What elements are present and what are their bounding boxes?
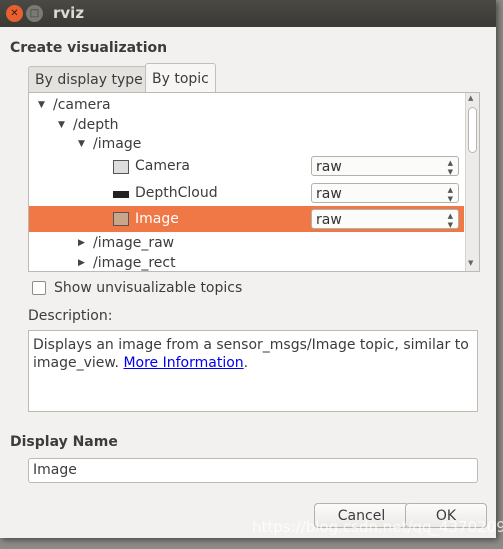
scroll-down-icon[interactable]: ▼ (468, 259, 473, 267)
expand-arrow-icon[interactable]: ▼ (78, 133, 85, 155)
depthcloud-icon (113, 191, 129, 198)
tree-item-image-rect[interactable]: ▶ /image_rect (29, 252, 464, 271)
watermark: https://blog.csdn.net/qq_43702097 (252, 518, 503, 536)
spinner-arrows-icon: ▲ ▼ (447, 159, 453, 176)
tree-item-label: Camera (135, 158, 190, 174)
tree-item-camera-display[interactable]: Camera raw ▲ ▼ (29, 155, 464, 177)
tree-item-label: /image_rect (93, 255, 176, 271)
transport-select-depthcloud[interactable]: raw ▲ ▼ (311, 183, 459, 203)
select-value: raw (316, 159, 342, 175)
expand-arrow-icon[interactable]: ▼ (38, 94, 45, 116)
display-name-label: Display Name (10, 434, 118, 450)
tree-item-image-display[interactable]: Image raw ▲ ▼ (29, 206, 464, 232)
tree-item-label: DepthCloud (135, 185, 218, 201)
image-icon (113, 212, 129, 226)
show-unvisualizable-checkbox[interactable] (32, 281, 46, 295)
maximize-button[interactable]: □ (26, 5, 43, 22)
tree-item-depthcloud-display[interactable]: DepthCloud raw ▲ ▼ (29, 182, 464, 204)
more-information-link[interactable]: More Information (123, 355, 243, 371)
show-unvisualizable-label[interactable]: Show unvisualizable topics (54, 280, 242, 296)
spinner-arrows-icon: ▲ ▼ (447, 186, 453, 203)
transport-select-image[interactable]: raw ▲ ▼ (311, 209, 459, 229)
collapsed-arrow-icon[interactable]: ▶ (78, 232, 85, 254)
tree-item-label: /image_raw (93, 235, 175, 251)
tree-item-label: /image (93, 136, 142, 152)
window-title: rviz (53, 4, 85, 22)
tab-by-topic[interactable]: By topic (145, 63, 216, 93)
description-suffix: . (243, 355, 249, 371)
transport-select-camera[interactable]: raw ▲ ▼ (311, 156, 459, 176)
description-label: Description: (28, 308, 113, 324)
dialog-window: ✕ □ rviz Create visualization By display… (0, 0, 496, 538)
close-button[interactable]: ✕ (6, 5, 23, 22)
tree-item-image-topic[interactable]: ▼ /image (29, 133, 464, 155)
topic-tree: ▼/camera ▼/depth ▼/image Camera raw ▲ ▼ Dep… (28, 92, 480, 272)
select-value: raw (316, 212, 342, 228)
tab-by-display-type[interactable]: By display type (28, 66, 150, 93)
title-bar[interactable]: ✕ □ rviz (0, 0, 496, 27)
tree-item-label: /camera (53, 97, 111, 113)
tree-item-label: Image (135, 211, 179, 227)
select-value: raw (316, 186, 342, 202)
scrollbar-thumb[interactable] (468, 107, 477, 153)
spinner-arrows-icon: ▲ ▼ (447, 212, 453, 229)
display-name-input[interactable]: Image (28, 458, 478, 483)
tree-item-camera[interactable]: ▼ /camera (29, 94, 464, 116)
tree-item-image-raw[interactable]: ▶ /image_raw (29, 232, 464, 254)
collapsed-arrow-icon[interactable]: ▶ (78, 252, 85, 271)
dialog-heading: Create visualization (10, 40, 168, 56)
tree-scrollbar[interactable]: ▲ ▼ (465, 93, 479, 271)
scroll-up-icon[interactable]: ▲ (468, 94, 473, 102)
camera-icon (113, 160, 129, 174)
description-text: Displays an image from a sensor_msgs/Ima… (33, 337, 469, 371)
description-box: Displays an image from a sensor_msgs/Ima… (28, 330, 478, 412)
